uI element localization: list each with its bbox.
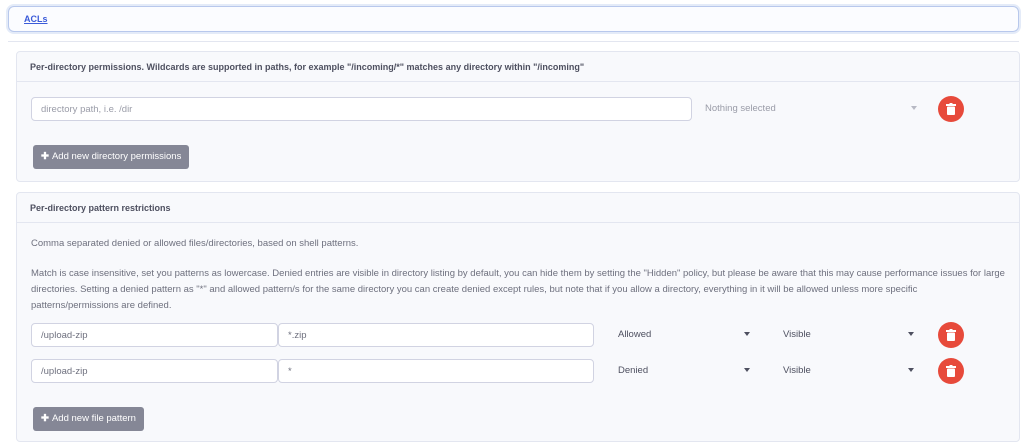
pattern-policy-value: Visible	[783, 365, 811, 376]
trash-icon	[946, 365, 956, 377]
section-divider	[8, 41, 1019, 42]
add-directory-permissions-button[interactable]: ✚ Add new directory permissions	[33, 145, 190, 169]
caret-down-icon	[908, 332, 914, 336]
trash-icon	[946, 329, 956, 341]
pattern-value-input[interactable]: *.zip	[278, 323, 594, 347]
pattern-restrictions-title: Per-directory pattern restrictions	[17, 193, 1019, 223]
trash-icon	[946, 103, 956, 115]
pattern-restrictions-card: Per-directory pattern restrictions Comma…	[16, 192, 1020, 442]
permissions-select[interactable]: Nothing selected	[693, 97, 933, 121]
delete-pattern-button[interactable]	[938, 358, 964, 384]
caret-down-icon	[744, 332, 750, 336]
delete-pattern-button[interactable]	[938, 322, 964, 348]
permissions-select-value: Nothing selected	[705, 103, 776, 114]
pattern-type-select[interactable]: Allowed	[611, 323, 763, 347]
plus-icon: ✚	[41, 413, 49, 424]
acls-toggle-link[interactable]: ACLs	[24, 14, 48, 24]
pattern-policy-value: Visible	[783, 329, 811, 340]
add-file-pattern-label: Add new file pattern	[51, 413, 136, 424]
directory-path-input[interactable]: directory path, i.e. /dir	[31, 97, 692, 121]
pattern-policy-select[interactable]: Visible	[776, 359, 928, 383]
pattern-type-select[interactable]: Denied	[611, 359, 763, 383]
directory-permissions-card: Per-directory permissions. Wildcards are…	[16, 51, 1020, 182]
pattern-type-value: Allowed	[618, 329, 652, 340]
pattern-value-input[interactable]: *	[278, 359, 594, 383]
plus-icon: ✚	[41, 151, 49, 162]
delete-directory-permission-button[interactable]	[938, 96, 964, 122]
caret-down-icon	[908, 368, 914, 372]
pattern-policy-select[interactable]: Visible	[776, 323, 928, 347]
acls-header[interactable]: ACLs	[8, 6, 1019, 32]
pattern-path-input[interactable]: /upload-zip	[31, 323, 278, 347]
pattern-path-input[interactable]: /upload-zip	[31, 359, 278, 383]
patterns-description-long: Match is case insensitive, set you patte…	[31, 268, 1005, 311]
patterns-description-short: Comma separated denied or allowed files/…	[31, 238, 359, 249]
caret-down-icon	[744, 368, 750, 372]
add-file-pattern-button[interactable]: ✚ Add new file pattern	[33, 407, 144, 431]
directory-permissions-title: Per-directory permissions. Wildcards are…	[17, 52, 1019, 82]
caret-down-icon	[911, 106, 917, 110]
add-directory-permissions-label: Add new directory permissions	[51, 151, 182, 162]
pattern-type-value: Denied	[618, 365, 649, 376]
